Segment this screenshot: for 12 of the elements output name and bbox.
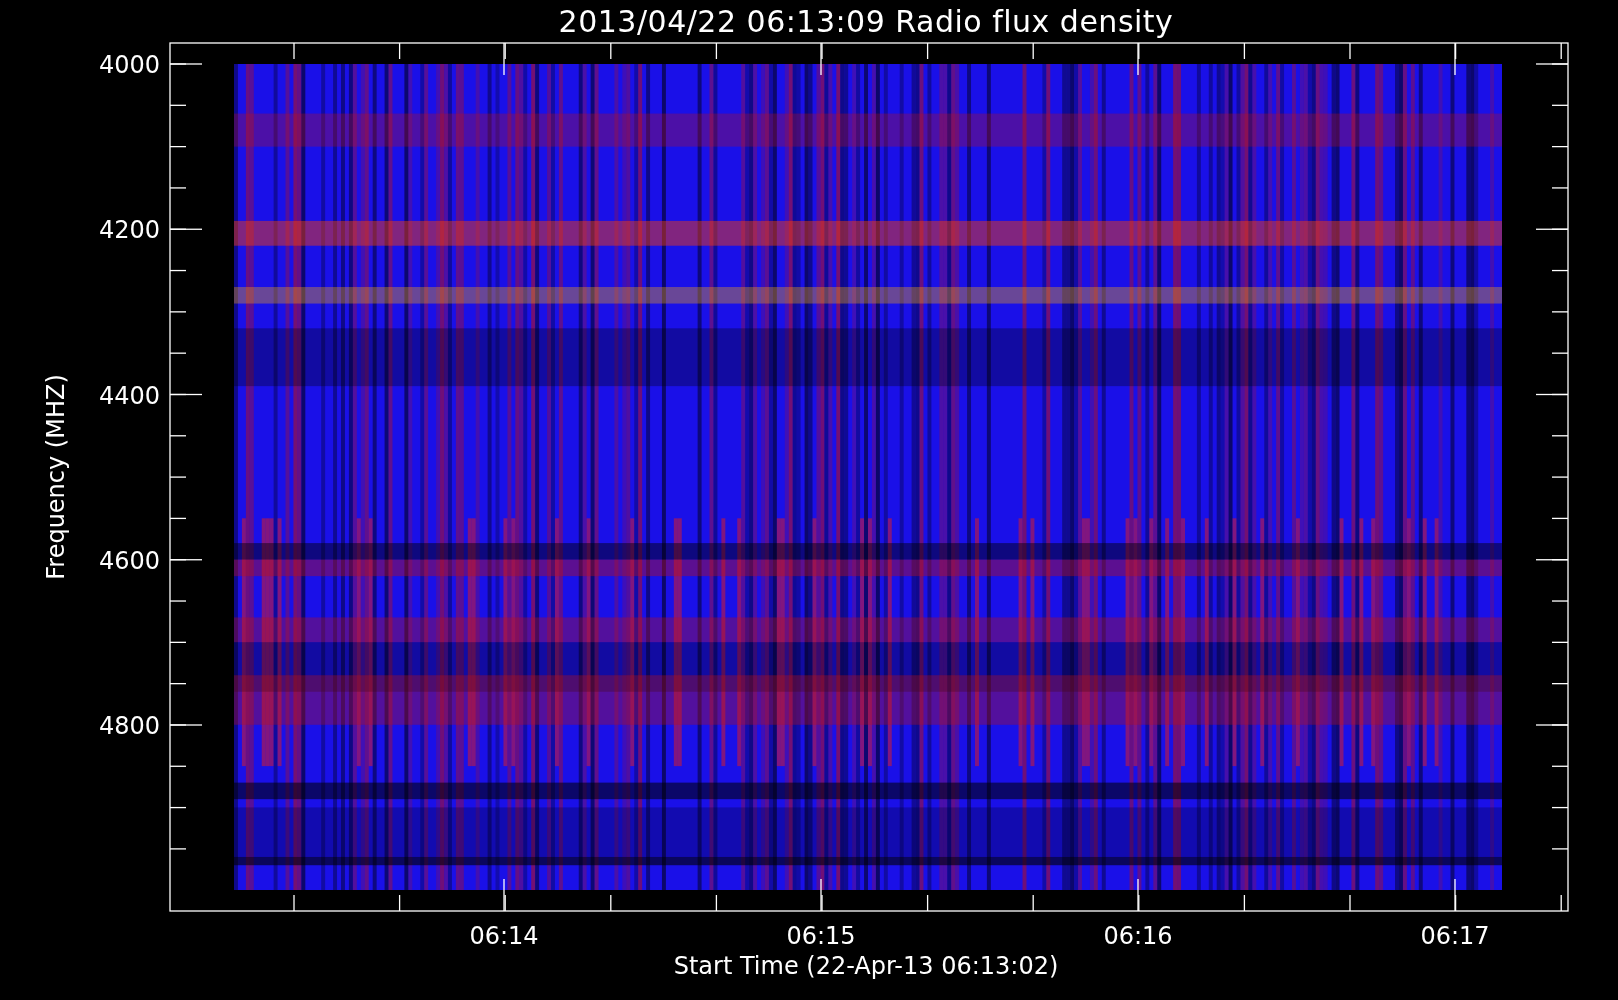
x-axis-label: Start Time (22-Apr-13 06:13:02)	[673, 952, 1059, 980]
y-tick-label: 4600	[98, 546, 160, 575]
y-axis-label: Frequency (MHZ)	[42, 374, 70, 580]
chart-title: 2013/04/22 06:13:09 Radio flux density	[558, 4, 1174, 39]
x-tick-label: 06:15	[786, 922, 856, 950]
y-tick-label: 4800	[98, 712, 160, 740]
y-tick-label: 4000	[98, 51, 160, 79]
y-tick-label: 4200	[98, 216, 160, 245]
y-tick-label: 4400	[98, 381, 160, 410]
x-tick-label: 06:16	[1103, 922, 1173, 950]
x-tick-label: 06:17	[1420, 922, 1490, 950]
x-tick-label: 06:14	[469, 922, 539, 950]
